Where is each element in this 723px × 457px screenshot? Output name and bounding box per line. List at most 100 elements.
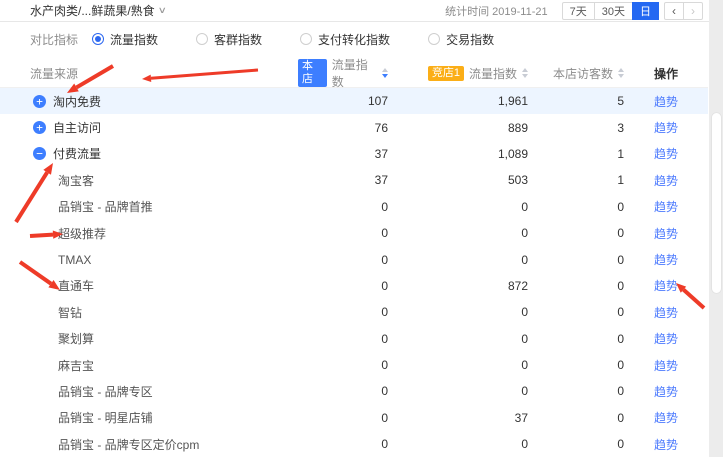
scrollbar-track[interactable] — [709, 0, 723, 457]
visitors-value: 0 — [528, 384, 624, 398]
metric-radio-label: 支付转化指数 — [318, 31, 390, 48]
trend-link[interactable]: 趋势 — [654, 200, 678, 214]
traffic-source-label: 直通车 — [58, 277, 94, 294]
radio-icon[interactable] — [196, 33, 208, 45]
traffic-source-label: 淘内免费 — [53, 93, 101, 110]
table-row: TMAX000趋势 — [0, 246, 708, 272]
visitors-value: 0 — [528, 279, 624, 293]
prev-day-button[interactable]: ‹ — [664, 2, 684, 20]
traffic-source-label: 品销宝 - 品牌专区 — [58, 383, 153, 400]
rival-index-value: 0 — [388, 253, 528, 267]
metric-radio[interactable]: 支付转化指数 — [300, 31, 390, 48]
traffic-analysis-page: 水产肉类/...鲜蔬果/熟食 ∨ 统计时间 2019-11-21 7天30天日 … — [0, 0, 723, 457]
visitors-value: 5 — [528, 94, 624, 108]
rival-index-value: 0 — [388, 200, 528, 214]
top-bar: 水产肉类/...鲜蔬果/熟食 ∨ 统计时间 2019-11-21 7天30天日 … — [0, 0, 723, 22]
table-row: 超级推荐000趋势 — [0, 220, 708, 246]
collapse-minus-icon[interactable]: − — [33, 147, 46, 160]
date-pager: ‹ › — [664, 2, 703, 20]
rival-metric-label: 流量指数 — [469, 65, 517, 82]
next-day-button[interactable]: › — [683, 2, 703, 20]
own-index-value: 0 — [298, 226, 388, 240]
expand-plus-icon[interactable]: + — [33, 95, 46, 108]
rival-shop-badge: 竞店1 — [428, 66, 464, 81]
rival-index-value: 0 — [388, 384, 528, 398]
column-visitors[interactable]: 本店访客数 — [528, 65, 624, 82]
traffic-source-label: 品销宝 - 品牌首推 — [58, 198, 153, 215]
table-header: 流量来源 本店 流量指数 竞店1 流量指数 本店访客数 操作 — [0, 56, 708, 88]
traffic-source-label: TMAX — [58, 253, 91, 267]
trend-link[interactable]: 趋势 — [654, 385, 678, 399]
own-index-value: 0 — [298, 305, 388, 319]
scrollbar-thumb[interactable] — [711, 112, 722, 294]
rival-index-value: 889 — [388, 121, 528, 135]
visitors-value: 0 — [528, 200, 624, 214]
category-breadcrumb[interactable]: 水产肉类/...鲜蔬果/熟食 ∨ — [30, 2, 165, 19]
table-row: 品销宝 - 品牌首推000趋势 — [0, 194, 708, 220]
rival-index-value: 0 — [388, 305, 528, 319]
trend-link[interactable]: 趋势 — [654, 438, 678, 452]
metric-radio[interactable]: 交易指数 — [428, 31, 494, 48]
traffic-source-label: 麻吉宝 — [58, 357, 94, 374]
metric-radio-group: 流量指数 客群指数 支付转化指数 交易指数 — [92, 31, 532, 48]
column-own-index[interactable]: 本店 流量指数 — [298, 56, 388, 90]
own-index-value: 0 — [298, 332, 388, 346]
metric-radio[interactable]: 客群指数 — [196, 31, 262, 48]
trend-link[interactable]: 趋势 — [654, 332, 678, 346]
metric-radio-label: 客群指数 — [214, 31, 262, 48]
visitors-value: 1 — [528, 147, 624, 161]
table-row: 直通车 08720 趋势 — [0, 273, 708, 299]
own-index-value: 0 — [298, 437, 388, 451]
stat-time-label: 统计时间 2019-11-21 — [445, 3, 548, 19]
trend-link[interactable]: 趋势 — [654, 306, 678, 320]
rival-index-value: 0 — [388, 332, 528, 346]
column-action: 操作 — [624, 65, 708, 82]
rival-index-value: 0 — [388, 437, 528, 451]
trend-link[interactable]: 趋势 — [654, 253, 678, 267]
range-button-option[interactable]: 7天 — [562, 2, 595, 20]
range-button-selected[interactable]: 日 — [632, 2, 659, 20]
date-range-group: 7天30天日 — [562, 2, 659, 20]
visitors-value: 0 — [528, 305, 624, 319]
visitors-label: 本店访客数 — [553, 65, 613, 82]
trend-link[interactable]: 趋势 — [654, 121, 678, 135]
metric-radio[interactable]: 流量指数 — [92, 31, 158, 48]
table-row: 品销宝 - 品牌专区定价cpm000趋势 — [0, 431, 708, 457]
table-row: 智钻000趋势 — [0, 299, 708, 325]
table-row: +自主访问768893趋势 — [0, 114, 708, 140]
trend-link[interactable]: 趋势 — [654, 95, 678, 109]
visitors-value: 0 — [528, 437, 624, 451]
table-row: +淘内免费1071,9615趋势 — [0, 88, 708, 114]
expand-plus-icon[interactable]: + — [33, 121, 46, 134]
range-button-option[interactable]: 30天 — [594, 2, 633, 20]
own-index-value: 0 — [298, 411, 388, 425]
traffic-source-label: 淘宝客 — [58, 172, 94, 189]
traffic-source-label: 品销宝 - 品牌专区定价cpm — [58, 436, 199, 453]
radio-icon[interactable] — [300, 33, 312, 45]
trend-link[interactable]: 趋势 — [654, 174, 678, 188]
trend-link[interactable]: 趋势 — [654, 279, 678, 293]
breadcrumb-text: 水产肉类/...鲜蔬果/熟食 — [30, 2, 155, 19]
own-shop-badge: 本店 — [298, 59, 327, 87]
trend-link[interactable]: 趋势 — [654, 147, 678, 161]
traffic-source-label: 自主访问 — [53, 119, 101, 136]
table-row: 淘宝客375031趋势 — [0, 167, 708, 193]
trend-link[interactable]: 趋势 — [654, 359, 678, 373]
rival-index-value: 872 — [388, 279, 528, 293]
radio-icon[interactable] — [428, 33, 440, 45]
own-index-value: 0 — [298, 200, 388, 214]
visitors-value: 1 — [528, 173, 624, 187]
date-controls: 统计时间 2019-11-21 7天30天日 ‹ › — [445, 2, 703, 20]
traffic-source-label: 聚划算 — [58, 330, 94, 347]
chevron-down-icon: ∨ — [157, 5, 166, 16]
traffic-source-label: 品销宝 - 明星店铺 — [58, 409, 153, 426]
rival-index-value: 37 — [388, 411, 528, 425]
column-rival-index[interactable]: 竞店1 流量指数 — [388, 65, 528, 82]
trend-link[interactable]: 趋势 — [654, 227, 678, 241]
own-index-value: 0 — [298, 279, 388, 293]
traffic-source-label: 智钻 — [58, 304, 82, 321]
own-index-value: 37 — [298, 147, 388, 161]
own-index-value: 0 — [298, 253, 388, 267]
radio-icon[interactable] — [92, 33, 104, 45]
trend-link[interactable]: 趋势 — [654, 411, 678, 425]
